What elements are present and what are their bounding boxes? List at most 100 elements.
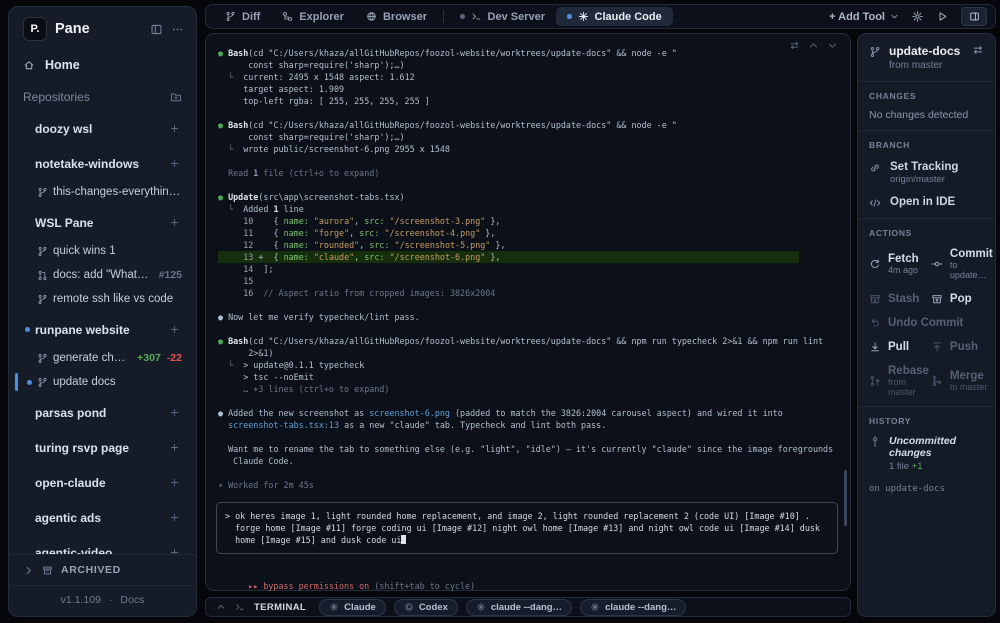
open-in-ide-button[interactable]: Open in IDE: [869, 196, 984, 209]
bypass-arrows: ▸▸: [248, 581, 263, 591]
repo-item[interactable]: agentic-video: [9, 536, 196, 554]
branch-icon: [37, 187, 48, 198]
terminal-line: ● Added the new screenshot as screenshot…: [218, 407, 836, 419]
repo-name: open-claude: [35, 476, 169, 490]
plus-icon: [169, 158, 180, 169]
tree-icon: [282, 11, 293, 22]
repo-item[interactable]: WSL Pane: [9, 206, 196, 239]
action-merge[interactable]: Mergeto master: [931, 365, 993, 398]
terminal-line: Read 1 file (ctrl+o to expand): [218, 167, 836, 179]
pane-logo: P.: [23, 17, 47, 41]
history-text: Uncommitted changes 1 file +1: [889, 435, 984, 472]
history-section: HISTORY Uncommitted changes 1 file +1 on…: [858, 407, 995, 503]
branch-item[interactable]: generate change…+307-22: [9, 346, 196, 370]
action-stash[interactable]: Stash: [869, 293, 929, 305]
session-label: Codex: [419, 602, 448, 613]
set-tracking-button[interactable]: Set Trackingorigin/master: [869, 161, 984, 185]
terminal-line: > tsc --noEmit: [218, 371, 836, 383]
repo-item[interactable]: runpane website: [9, 313, 196, 346]
action-label: Pull: [888, 341, 909, 353]
tab-explorer[interactable]: Explorer: [271, 7, 355, 26]
git-panel: update-docs from master CHANGES No chang…: [857, 33, 996, 617]
session-pill[interactable]: Claude: [319, 599, 386, 616]
plus-icon: [169, 217, 180, 228]
branch-item[interactable]: update docs: [9, 370, 196, 394]
action-label: Rebase: [888, 365, 929, 377]
branch-item[interactable]: quick wins 1: [9, 239, 196, 263]
repo-item[interactable]: parsas pond: [9, 396, 196, 429]
plus-icon: [169, 512, 180, 523]
tab-browser[interactable]: Browser: [355, 7, 438, 26]
branch-section: BRANCH Set Trackingorigin/master Open in…: [858, 131, 995, 219]
pop-icon: [931, 293, 943, 305]
docs-link[interactable]: Docs: [120, 594, 144, 606]
terminal-line: ● Bash(cd "C:/Users/khaza/allGitHubRepos…: [218, 47, 836, 59]
prompt-line: > ok heres image 1, light rounded home r…: [225, 510, 829, 522]
action-rebase[interactable]: Rebasefrom master: [869, 365, 929, 398]
history-item[interactable]: Uncommitted changes 1 file +1: [869, 435, 984, 472]
prompt-input[interactable]: > ok heres image 1, light rounded home r…: [216, 502, 838, 554]
tab-claude-code[interactable]: Claude Code: [556, 7, 673, 26]
add-tool-button[interactable]: + Add Tool: [829, 11, 899, 23]
selection-indicator: [15, 373, 18, 391]
branch-item[interactable]: remote ssh like vs code: [9, 287, 196, 311]
expand-terminal-icon[interactable]: [216, 602, 226, 612]
compare-icon[interactable]: [972, 44, 984, 56]
action-pop[interactable]: Pop: [931, 293, 993, 305]
sidebar-item-home[interactable]: Home: [9, 49, 196, 81]
chevron-right-icon: [23, 565, 34, 576]
add-repository-icon[interactable]: [170, 91, 182, 103]
session-pill[interactable]: claude --dang…: [580, 599, 686, 616]
sidebar-footer: v1.1.109 · Docs: [9, 585, 196, 616]
action-push[interactable]: Push: [931, 341, 993, 353]
repo-item[interactable]: doozy wsl: [9, 112, 196, 145]
sidebar-menu-icon[interactable]: [171, 23, 184, 36]
terminal-line: top-left rgba: [ 255, 255, 255, 255 ]: [218, 95, 836, 107]
tab-diff[interactable]: Diff: [214, 7, 271, 26]
pull-icon: [869, 341, 881, 353]
action-fetch[interactable]: Fetch4m ago: [869, 248, 929, 281]
branch-item[interactable]: this-changes-everything-…: [9, 180, 196, 204]
terminal-line: [218, 467, 836, 479]
collapse-sidebar-icon[interactable]: [150, 23, 163, 36]
branch-item[interactable]: docs: add "What Flyi…#125: [9, 263, 196, 287]
prompt-line: home [Image #15] and dusk code ui: [225, 534, 829, 546]
toggle-right-panel-button[interactable]: [961, 7, 987, 26]
terminal-line: 13 + { name: "claude", src: "/screenshot…: [218, 251, 799, 263]
archived-label: ARCHIVED: [61, 564, 121, 576]
commit-node-icon: [869, 436, 881, 448]
terminal-line: [218, 179, 836, 191]
action-text: Rebasefrom master: [888, 365, 929, 398]
repo-item[interactable]: agentic ads: [9, 501, 196, 534]
action-commit[interactable]: Committo update…: [931, 248, 993, 281]
settings-icon[interactable]: [911, 10, 924, 23]
pr-number: #125: [159, 269, 182, 281]
session-pill[interactable]: Codex: [394, 599, 458, 616]
repo-item[interactable]: open-claude: [9, 466, 196, 499]
add-tool-label: + Add Tool: [829, 11, 885, 23]
repo-item[interactable]: notetake-windows: [9, 147, 196, 180]
set-tracking-text: Set Trackingorigin/master: [890, 161, 958, 185]
terminal-line: └ current: 2495 x 1548 aspect: 1.612: [218, 71, 836, 83]
action-pull[interactable]: Pull: [869, 341, 929, 353]
terminal-line: ● Bash(cd "C:/Users/khaza/allGitHubRepos…: [218, 335, 836, 347]
action-text: Stash: [888, 293, 919, 305]
repo-item[interactable]: turing rsvp page: [9, 431, 196, 464]
added-count: +307: [137, 352, 161, 364]
action-label: Push: [950, 341, 978, 353]
action-label: Pop: [950, 293, 972, 305]
terminal-line: ● Bash(cd "C:/Users/khaza/allGitHubRepos…: [218, 119, 836, 131]
tab-dev-server[interactable]: Dev Server: [449, 7, 556, 26]
branch-info: update-docs from master: [889, 44, 960, 71]
archived-section[interactable]: ARCHIVED: [9, 554, 196, 585]
footer-separator: ·: [109, 594, 113, 606]
session-pill[interactable]: claude --dang…: [466, 599, 572, 616]
action-sub: 4m ago: [888, 265, 919, 275]
plus-icon: [169, 123, 180, 134]
run-icon[interactable]: [936, 10, 949, 23]
active-repo-dot: [25, 327, 30, 332]
codex-icon: [404, 602, 414, 612]
scrollbar-thumb[interactable]: [844, 470, 847, 526]
action-undo-commit[interactable]: Undo Commit: [869, 317, 993, 329]
plus-icon: [169, 477, 180, 488]
